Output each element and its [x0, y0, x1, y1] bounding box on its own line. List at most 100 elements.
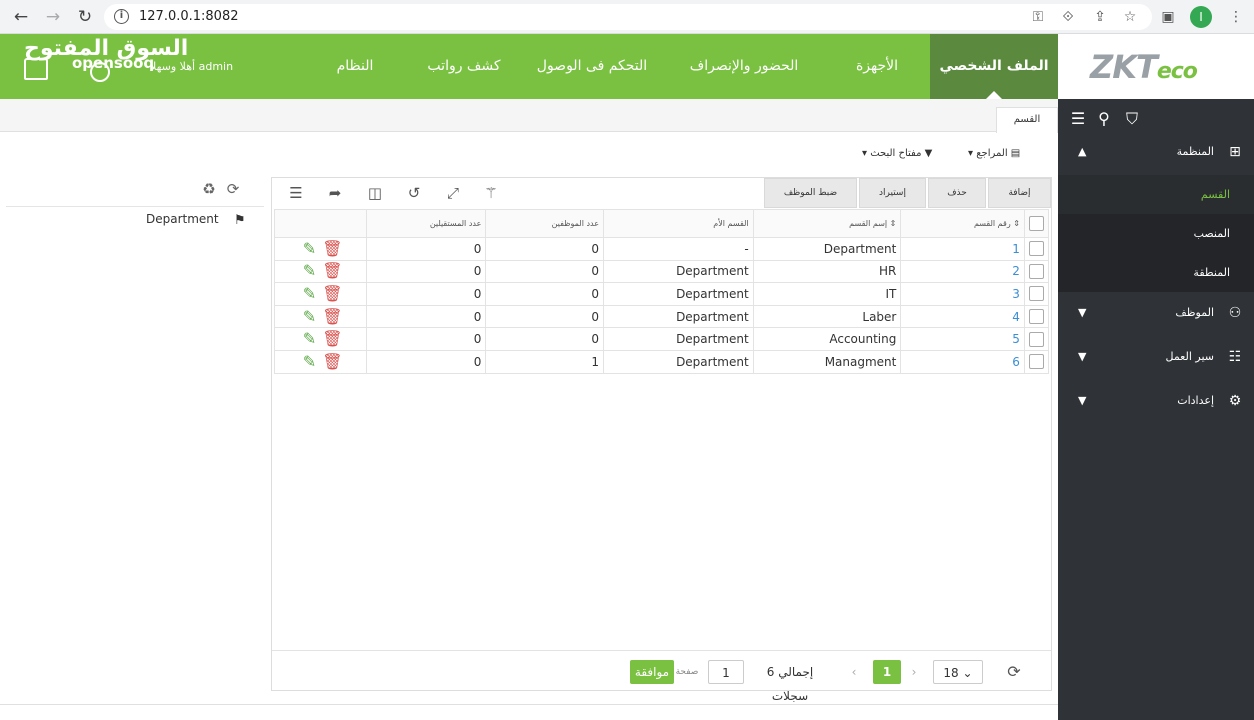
trash-icon[interactable]: 🗑 — [322, 239, 342, 258]
sidebar-group-workflow[interactable]: ▼ سير العمل ☷ — [1058, 336, 1254, 380]
row-checkbox[interactable] — [1028, 241, 1044, 257]
refresh-icon[interactable]: ⟳ — [1002, 660, 1026, 684]
sidebar-group-organization[interactable]: ▲ المنظمة ⊞ — [1058, 131, 1254, 175]
menu-access-control[interactable]: التحكم فى الوصول — [530, 34, 654, 99]
columns-icon[interactable]: ◫ — [364, 182, 386, 204]
sidebar-group-employee[interactable]: ▼ الموظف ⚇ — [1058, 292, 1254, 336]
row-checkbox[interactable] — [1028, 354, 1044, 370]
search-icon[interactable]: ⚲ — [1094, 109, 1114, 129]
add-button[interactable]: إضافة — [988, 178, 1051, 208]
trash-icon[interactable]: 🗑 — [322, 307, 342, 326]
name-header[interactable]: إسم القسم ⇕ — [752, 209, 902, 238]
reload-icon[interactable]: ↻ — [74, 6, 96, 28]
edit-icon[interactable]: ✎ — [300, 352, 318, 371]
expand-icon[interactable]: ⤢ — [442, 182, 464, 204]
back-arrow-icon[interactable]: ← — [10, 6, 32, 28]
row-select-cell — [1023, 327, 1050, 351]
edit-icon[interactable]: ✎ — [300, 307, 318, 326]
row-checkbox[interactable] — [1028, 286, 1044, 302]
recycle-icon[interactable]: ♻ — [200, 180, 218, 198]
id-link[interactable]: 3 — [900, 282, 1025, 306]
current-page[interactable]: 1 — [873, 660, 901, 684]
table-row[interactable]: ✎ 🗑 0 0 Department IT 3 — [274, 282, 1050, 306]
id-header-label: رقم القسم — [973, 219, 1011, 228]
tree-node-department[interactable]: Department — [146, 212, 219, 226]
parent-header[interactable]: القسم الأم — [603, 209, 754, 238]
watermark-english: opensooq — [72, 54, 155, 72]
kebab-menu-icon[interactable]: ⋮ — [1226, 7, 1246, 27]
id-link[interactable]: 6 — [900, 349, 1025, 374]
translate-icon[interactable]: ⟐ — [1058, 7, 1078, 27]
profile-avatar[interactable]: I — [1190, 6, 1212, 28]
bottom-bar — [0, 704, 1058, 720]
undo-icon[interactable]: ↺ — [403, 182, 425, 204]
sidepanel-icon[interactable]: ▣ — [1158, 7, 1178, 27]
edit-icon[interactable]: ✎ — [300, 330, 318, 348]
table-row[interactable]: ✎ 🗑 0 0 Department Accounting 5 — [274, 327, 1050, 351]
table-row[interactable]: ✎ 🗑 0 0 Department Laber 4 — [274, 304, 1050, 329]
set-employee-button[interactable]: ضبط الموظف — [764, 178, 857, 208]
info-icon[interactable]: i — [114, 9, 129, 24]
address-bar[interactable]: i 127.0.0.1:8082 — [104, 4, 1152, 30]
trash-icon[interactable]: 🗑 — [322, 262, 342, 280]
menu-system[interactable]: النظام — [326, 34, 384, 99]
trash-icon[interactable]: 🗑 — [322, 330, 342, 348]
sidebar-item-area[interactable]: المنطقة — [1058, 253, 1254, 292]
sidebar-item-position[interactable]: المنصب — [1058, 214, 1254, 253]
magic-wand-icon[interactable]: ⚚ — [480, 182, 502, 204]
caret-down-icon: ▼ — [1078, 306, 1087, 319]
parent-cell: Department — [603, 327, 754, 351]
tags-icon[interactable]: ⛉ — [1122, 109, 1142, 129]
employees-cell: 0 — [485, 237, 604, 261]
delete-button[interactable]: حذف — [928, 178, 986, 208]
key-icon[interactable]: ⚿ — [1028, 7, 1048, 27]
resigned-header[interactable]: عدد المستقيلين — [365, 209, 487, 238]
menu-payroll[interactable]: كشف رواتب — [416, 34, 512, 99]
row-checkbox[interactable] — [1028, 331, 1044, 347]
search-key-filter[interactable]: ▾ مفتاح البحث ▼ — [862, 148, 932, 159]
id-header[interactable]: رقم القسم ⇕ — [900, 209, 1025, 238]
sliders-icon[interactable]: ☰ — [285, 182, 307, 204]
sidebar-group-settings[interactable]: ▼ إعدادات ⚙ — [1058, 380, 1254, 424]
menu-personnel[interactable]: الملف الشخصي — [930, 34, 1058, 99]
table-row[interactable]: ✎ 🗑 0 0- Department 1 — [274, 237, 1050, 261]
menu-attendance[interactable]: الحضور والإنصراف — [676, 34, 812, 99]
table-header-row: عدد المستقيلين عدد الموظفين القسم الأم إ… — [274, 209, 1050, 238]
id-link[interactable]: 2 — [900, 259, 1025, 284]
forward-arrow-icon[interactable]: → — [42, 6, 64, 28]
page-number-input[interactable]: 1 — [708, 660, 744, 684]
table-row[interactable]: ✎ 🗑 0 1 Department Managment 6 — [274, 349, 1050, 374]
references-filter[interactable]: ▾ المراجع ▤ — [968, 148, 1020, 159]
indent-icon[interactable]: ☰ — [1068, 109, 1088, 129]
tab-strip: القسم — [0, 99, 1058, 133]
resigned-cell: 0 — [365, 282, 487, 306]
star-icon[interactable]: ☆ — [1120, 7, 1140, 27]
refresh-icon[interactable]: ⟳ — [224, 180, 242, 198]
import-button[interactable]: إستيراد — [859, 178, 926, 208]
next-page-icon[interactable]: › — [904, 660, 924, 684]
employees-header[interactable]: عدد الموظفين — [485, 209, 604, 238]
share-icon[interactable]: ⇪ — [1090, 7, 1110, 27]
trash-icon[interactable]: 🗑 — [322, 352, 342, 371]
prev-page-icon[interactable]: ‹ — [844, 660, 864, 684]
sidebar-item-department[interactable]: القسم — [1058, 175, 1254, 214]
trash-icon[interactable]: 🗑 — [322, 284, 342, 303]
welcome-text[interactable]: أهلا وسهلا admin — [150, 60, 233, 73]
table-row[interactable]: ✎ 🗑 0 0 Department HR 2 — [274, 259, 1050, 284]
row-checkbox[interactable] — [1028, 263, 1044, 279]
id-link[interactable]: 5 — [900, 327, 1025, 351]
caret-down-icon: ▼ — [1078, 394, 1087, 407]
share-arrow-icon[interactable]: ➦ — [324, 182, 346, 204]
search-key-label: مفتاح البحث — [870, 148, 922, 159]
page-size-select[interactable]: 18 ⌄ — [933, 660, 983, 684]
edit-icon[interactable]: ✎ — [300, 239, 318, 258]
id-link[interactable]: 1 — [900, 237, 1025, 261]
id-link[interactable]: 4 — [900, 304, 1025, 329]
edit-icon[interactable]: ✎ — [300, 262, 318, 280]
select-all-checkbox[interactable] — [1029, 216, 1044, 231]
tab-department[interactable]: القسم — [996, 107, 1058, 133]
menu-devices[interactable]: الأجهزة — [840, 34, 914, 99]
go-button[interactable]: موافقة — [630, 660, 674, 684]
row-checkbox[interactable] — [1028, 309, 1044, 325]
edit-icon[interactable]: ✎ — [300, 284, 318, 303]
